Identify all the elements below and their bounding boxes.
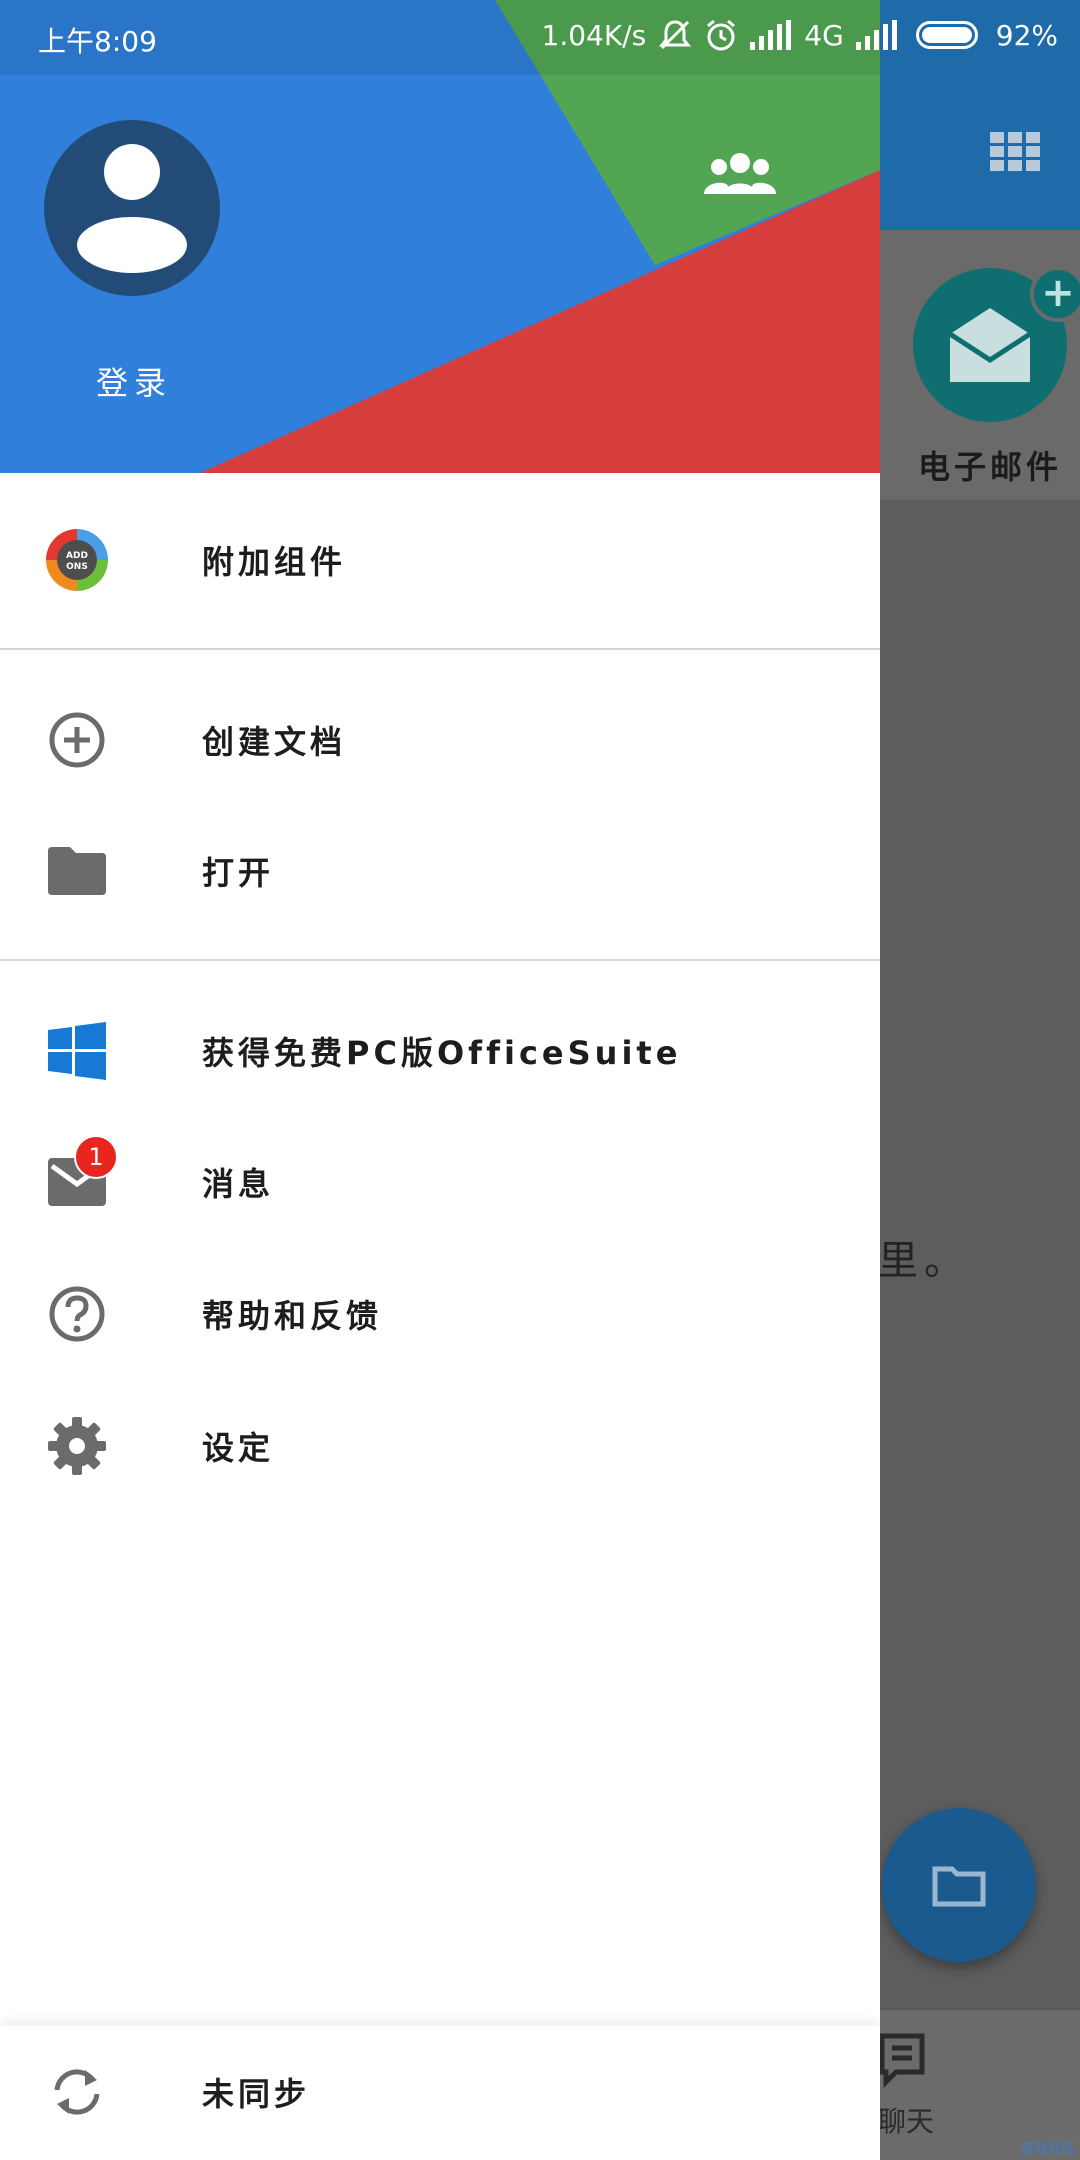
email-envelope-icon: [950, 308, 1030, 382]
menu-item-addons[interactable]: ADD ONS 附加组件: [0, 494, 880, 626]
chat-icon[interactable]: [878, 2032, 930, 2088]
battery-icon: [915, 21, 978, 49]
menu-item-messages[interactable]: 1 消息: [0, 1116, 880, 1248]
svg-text:ONS: ONS: [66, 562, 88, 572]
windows-logo-icon: [44, 1018, 110, 1084]
menu-label-open: 打开: [202, 854, 275, 892]
network-type: 4G: [804, 18, 844, 52]
status-indicators: 1.04K/s 4G 92%: [542, 18, 1058, 52]
menu-item-help-feedback[interactable]: 帮助和反馈: [0, 1248, 880, 1380]
network-speed: 1.04K/s: [541, 18, 647, 52]
svg-text:ADD: ADD: [66, 551, 88, 561]
menu-label-addons: 附加组件: [202, 543, 347, 581]
menu-label-sync-status: 未同步: [202, 2075, 311, 2113]
grid-view-icon[interactable]: [990, 132, 1040, 172]
folder-icon: [44, 838, 110, 904]
menu-label-help-feedback: 帮助和反馈: [202, 1297, 383, 1335]
empty-state-text: 里。: [878, 1238, 970, 1284]
divider: [0, 959, 880, 961]
mute-bell-icon: [659, 20, 692, 50]
navigation-drawer: 登录 ADD ONS 附加组件 创建文档 打开 获得免费PC版OfficeSui…: [0, 0, 880, 2160]
open-folder-fab[interactable]: [882, 1808, 1036, 1962]
sync-icon: [44, 2059, 110, 2125]
signal-icon: [750, 20, 792, 50]
menu-item-open[interactable]: 打开: [0, 805, 880, 937]
signal-icon-2: [855, 20, 897, 50]
menu-label-messages: 消息: [202, 1165, 275, 1203]
login-link[interactable]: 登录: [96, 358, 172, 404]
person-icon: [77, 144, 187, 273]
watermark: 游戏社区: [1020, 2141, 1076, 2157]
menu-item-sync-status[interactable]: 未同步: [0, 2026, 880, 2158]
help-circle-icon: [44, 1281, 110, 1347]
add-circle-icon: [44, 707, 110, 773]
email-tile-label: 电子邮件: [918, 448, 1063, 486]
menu-item-get-pc-version[interactable]: 获得免费PC版OfficeSuite: [0, 985, 880, 1117]
menu-item-create-document[interactable]: 创建文档: [0, 674, 880, 806]
menu-label-settings: 设定: [202, 1429, 275, 1467]
gear-icon: [44, 1413, 110, 1479]
status-time: 上午8:09: [38, 25, 157, 58]
addons-gear-icon: ADD ONS: [44, 527, 110, 593]
status-bar: 上午8:09 1.04K/s 4G 92%: [0, 0, 1080, 75]
alarm-icon: [707, 19, 736, 51]
chat-tab-label: 聊天: [878, 2105, 935, 2138]
group-icon[interactable]: [704, 150, 776, 198]
avatar[interactable]: [44, 120, 220, 296]
battery-percent: 92%: [995, 18, 1058, 52]
mail-icon: 1: [44, 1135, 118, 1215]
unread-badge: 1: [74, 1135, 118, 1179]
menu-label-create-document: 创建文档: [202, 723, 347, 761]
folder-fab-icon: [932, 1866, 986, 1907]
menu-item-settings[interactable]: 设定: [0, 1380, 880, 1512]
add-email-icon[interactable]: +: [1030, 266, 1080, 322]
menu-label-get-pc-version: 获得免费PC版OfficeSuite: [202, 1034, 682, 1072]
divider: [0, 648, 880, 650]
drawer-footer: 未同步: [0, 2026, 880, 2160]
